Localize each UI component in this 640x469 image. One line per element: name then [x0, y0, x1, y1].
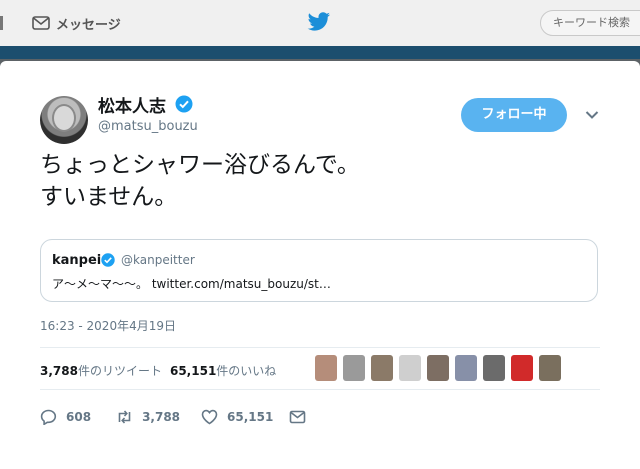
liker-avatar[interactable]: [455, 355, 477, 381]
search-input[interactable]: キーワード検索: [540, 10, 640, 36]
quote-author-handle: @kanpeitter: [121, 253, 195, 267]
tweet-modal: 松本人志 @matsu_bouzu フォロー中 ちょっとシャワー浴びるんで。 す…: [0, 61, 640, 469]
envelope-icon: [290, 410, 306, 424]
tweet-timestamp[interactable]: 16:23 - 2020年4月19日: [40, 317, 176, 334]
like-count[interactable]: 65,151: [170, 364, 216, 378]
retweet-button[interactable]: 3,788: [116, 409, 180, 425]
liker-avatar[interactable]: [539, 355, 561, 381]
tweet-text: ちょっとシャワー浴びるんで。 すいません。: [40, 149, 600, 213]
quoted-tweet-card[interactable]: kanpei @kanpeitter ア〜メ〜マ〜〜。 twitter.com/…: [40, 239, 598, 302]
twitter-bird-icon[interactable]: [307, 12, 331, 32]
chevron-down-icon[interactable]: [585, 110, 599, 120]
tweet-text-line: すいません。: [40, 184, 178, 210]
liker-avatar[interactable]: [483, 355, 505, 381]
display-name[interactable]: 松本人志: [98, 92, 166, 117]
liker-avatar[interactable]: [315, 355, 337, 381]
liker-avatar[interactable]: [427, 355, 449, 381]
tweet-text-line: ちょっとシャワー浴びるんで。: [40, 152, 360, 178]
verified-badge-icon: [101, 253, 115, 267]
tweet-stats: 3,788件のリツイート 65,151件のいいね: [40, 362, 276, 379]
quote-text: ア〜メ〜マ〜〜。 twitter.com/matsu_bouzu/st…: [52, 277, 331, 291]
liker-avatar[interactable]: [511, 355, 533, 381]
retweet-icon: [118, 410, 131, 424]
retweet-action-count: 3,788: [142, 410, 181, 424]
retweet-count-label[interactable]: 件のリツイート: [78, 364, 162, 378]
messages-nav[interactable]: メッセージ: [32, 12, 121, 34]
header-shadow-strip: [0, 46, 640, 59]
reply-count: 608: [66, 410, 92, 424]
divider: [40, 347, 600, 348]
username[interactable]: @matsu_bouzu: [98, 119, 198, 134]
quote-author-name: kanpei: [52, 253, 102, 268]
verified-badge-icon: [175, 95, 193, 113]
home-nav-fragment[interactable]: [0, 16, 7, 30]
envelope-icon: [32, 16, 50, 30]
liker-avatar[interactable]: [343, 355, 365, 381]
avatar[interactable]: [40, 96, 88, 144]
tweet-action-bar: 608 3,788 65,151: [40, 408, 306, 426]
liker-avatars: [315, 355, 561, 383]
liker-avatar[interactable]: [399, 355, 421, 381]
direct-message-button[interactable]: [289, 409, 306, 425]
liker-avatar[interactable]: [371, 355, 393, 381]
divider: [40, 389, 600, 390]
like-action-count: 65,151: [227, 410, 274, 424]
following-button[interactable]: フォロー中: [461, 98, 567, 132]
reply-icon: [40, 409, 57, 425]
like-count-label[interactable]: 件のいいね: [216, 364, 276, 378]
heart-icon: [201, 409, 218, 425]
reply-button[interactable]: 608: [40, 409, 91, 425]
like-button[interactable]: 65,151: [201, 409, 273, 425]
top-navigation-bar: メッセージ キーワード検索: [0, 0, 640, 46]
messages-label: メッセージ: [56, 17, 121, 33]
retweet-count[interactable]: 3,788: [40, 364, 78, 378]
